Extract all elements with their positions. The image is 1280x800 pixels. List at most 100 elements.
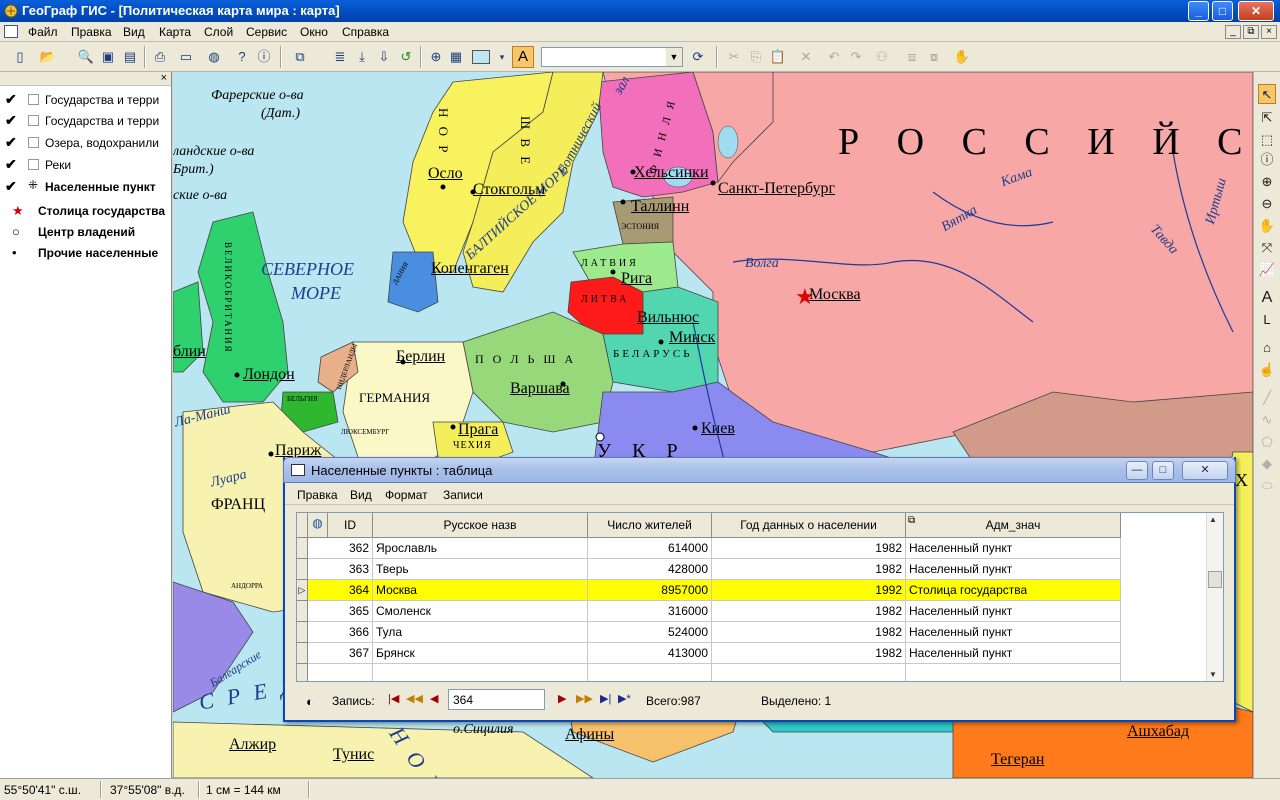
cell-adm[interactable]: Столица государства xyxy=(906,580,1121,601)
column-header-id[interactable]: ID xyxy=(328,513,373,538)
cell-adm[interactable]: Населенный пункт xyxy=(906,538,1121,559)
table-menu-records[interactable]: Записи xyxy=(443,488,483,502)
row-selector[interactable] xyxy=(297,664,308,681)
layer-row[interactable]: ✔ Реки xyxy=(0,155,170,175)
layer-checkbox[interactable] xyxy=(28,94,39,105)
cell-empty[interactable] xyxy=(308,664,373,681)
close-button[interactable]: ✕ xyxy=(1238,1,1274,21)
cell-empty[interactable] xyxy=(373,664,588,681)
group-icon[interactable]: ⧈ xyxy=(902,47,922,67)
prev-page-button[interactable]: ◀◀ xyxy=(406,692,423,705)
cell-year[interactable]: 1982 xyxy=(712,643,906,664)
label-tool-icon[interactable]: L xyxy=(1258,310,1276,330)
text-tool-icon[interactable]: A xyxy=(1258,288,1276,308)
cell-year[interactable]: 1992 xyxy=(712,580,906,601)
column-header-adm[interactable]: ⧉ Адм_знач xyxy=(906,513,1121,538)
polygon-tool-icon[interactable]: ⬠ xyxy=(1258,432,1276,452)
ungroup-icon[interactable]: ⧇ xyxy=(924,47,944,67)
cell-id[interactable]: 365 xyxy=(308,601,373,622)
table-maximize-button[interactable]: □ xyxy=(1152,461,1174,480)
print-icon[interactable]: ⎙ xyxy=(150,47,170,67)
scroll-up-icon[interactable]: ▲ xyxy=(1209,515,1217,524)
mdi-minimize-button[interactable]: _ xyxy=(1225,25,1241,39)
cell-empty[interactable] xyxy=(906,664,1121,681)
cell-population[interactable]: 413000 xyxy=(588,643,712,664)
menu-window[interactable]: Окно xyxy=(300,25,328,39)
cell-adm[interactable]: Населенный пункт xyxy=(906,601,1121,622)
select-area-icon[interactable]: ⬚ xyxy=(1258,130,1276,150)
cell-name[interactable]: Тула xyxy=(373,622,588,643)
layer-row[interactable]: ✔ Озера, водохранили xyxy=(0,133,170,153)
cell-population[interactable]: 614000 xyxy=(588,538,712,559)
menu-map[interactable]: Карта xyxy=(159,25,191,39)
row-selector[interactable] xyxy=(297,601,308,622)
cell-name[interactable]: Смоленск xyxy=(373,601,588,622)
table-close-button[interactable]: ✕ xyxy=(1182,461,1228,480)
edit-tool-icon[interactable]: ⌂ xyxy=(1258,338,1276,358)
cell-year[interactable]: 1982 xyxy=(712,601,906,622)
cell-population[interactable]: 428000 xyxy=(588,559,712,580)
cell-adm[interactable]: Населенный пункт xyxy=(906,643,1121,664)
region-tool-icon[interactable]: ◆ xyxy=(1258,454,1276,474)
cell-year[interactable]: 1982 xyxy=(712,559,906,580)
info-icon[interactable]: ⓘ xyxy=(1258,150,1276,170)
cell-name[interactable]: Москва xyxy=(373,580,588,601)
save-icon[interactable]: ▣ xyxy=(98,47,118,67)
delete-icon[interactable]: ✕ xyxy=(796,47,816,67)
ellipse-tool-icon[interactable]: ⬭ xyxy=(1258,476,1276,496)
cell-population[interactable]: 8957000 xyxy=(588,580,712,601)
record-number-input[interactable]: 364 xyxy=(448,689,545,710)
chevron-down-icon[interactable]: ▼ xyxy=(666,48,682,66)
cell-year[interactable]: 1982 xyxy=(712,622,906,643)
chevron-down-icon[interactable]: ▾ xyxy=(492,47,512,67)
import-icon[interactable]: ⇩ xyxy=(374,47,394,67)
layer-checkbox[interactable] xyxy=(28,137,39,148)
cell-id[interactable]: 367 xyxy=(308,643,373,664)
pan-icon[interactable]: ✋ xyxy=(1258,216,1276,236)
pointer-icon[interactable]: ↖ xyxy=(1258,84,1276,104)
first-record-button[interactable]: |◀ xyxy=(388,692,399,705)
globe-icon[interactable]: ◍ xyxy=(204,47,224,67)
paste-icon[interactable]: 📋 xyxy=(768,47,788,67)
refresh-map-icon[interactable]: ⟳ xyxy=(688,47,708,67)
redo-icon[interactable]: ↷ xyxy=(846,47,866,67)
next-record-button[interactable]: ▶ xyxy=(558,692,566,705)
column-header-name[interactable]: Русское назв xyxy=(373,513,588,538)
download-icon[interactable]: ⤓ xyxy=(352,47,372,67)
check-icon[interactable]: ✔ xyxy=(5,91,17,108)
help-icon[interactable]: ⓘ xyxy=(254,47,274,67)
cell-adm[interactable]: Населенный пункт xyxy=(906,622,1121,643)
cell-year[interactable]: 1982 xyxy=(712,538,906,559)
table-window-titlebar[interactable]: Населенные пункты : таблица — □ ✕ xyxy=(283,457,1236,483)
row-selector[interactable] xyxy=(297,643,308,664)
cell-empty[interactable] xyxy=(588,664,712,681)
data-grid[interactable]: ◍ ID Русское назв Число жителей Год данн… xyxy=(296,512,1224,682)
cell-population[interactable]: 316000 xyxy=(588,601,712,622)
zoom-in-icon[interactable]: ⊕ xyxy=(1258,172,1276,192)
measure-icon[interactable]: 📈 xyxy=(1258,260,1276,280)
layers-icon[interactable]: ⧉ xyxy=(290,47,310,67)
scroll-thumb[interactable] xyxy=(1208,571,1222,588)
undo-refresh-icon[interactable]: ↺ xyxy=(396,47,416,67)
layer-row[interactable]: ✔ Государства и терри xyxy=(0,111,170,131)
zoom-out-icon[interactable]: ⊖ xyxy=(1258,194,1276,214)
vertical-scrollbar[interactable]: ▲ ▼ xyxy=(1206,513,1223,681)
find-icon[interactable]: 🔍 xyxy=(76,47,96,67)
document-icon[interactable] xyxy=(4,25,18,38)
table-menu-format[interactable]: Формат xyxy=(385,488,428,502)
mdi-restore-button[interactable]: ⧉ xyxy=(1243,25,1259,39)
undo-icon[interactable]: ↶ xyxy=(824,47,844,67)
cell-population[interactable]: 524000 xyxy=(588,622,712,643)
next-page-button[interactable]: ▶▶ xyxy=(576,692,593,705)
prev-record-button[interactable]: ◀ xyxy=(430,692,438,705)
maximize-button[interactable]: □ xyxy=(1212,1,1233,21)
cell-id[interactable]: 364 xyxy=(308,580,373,601)
color-icon[interactable] xyxy=(472,50,490,64)
cell-name[interactable]: Тверь xyxy=(373,559,588,580)
cell-id[interactable]: 362 xyxy=(308,538,373,559)
menu-view[interactable]: Вид xyxy=(123,25,145,39)
cell-name[interactable]: Ярославль xyxy=(373,538,588,559)
menu-file[interactable]: Файл xyxy=(28,25,58,39)
align-icon[interactable]: ≣ xyxy=(330,47,350,67)
open-icon[interactable]: 📂 xyxy=(38,47,58,67)
